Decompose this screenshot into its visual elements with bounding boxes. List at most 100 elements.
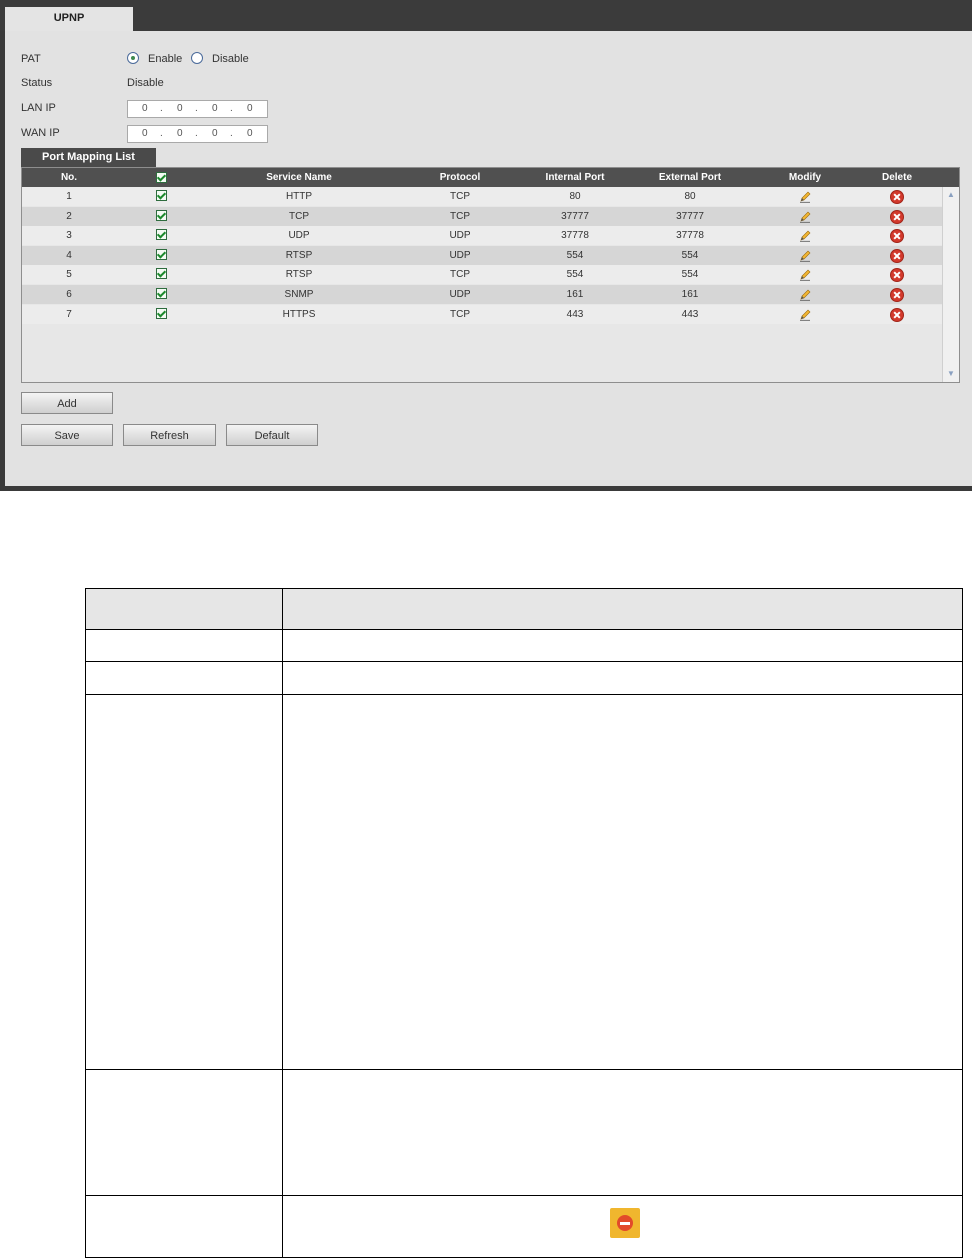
cell-service-name: HTTP (285, 191, 313, 202)
row-checkbox[interactable] (156, 190, 167, 201)
tab-strip: UPNP (0, 0, 972, 31)
wan-ip-octet-2: 0 (177, 128, 183, 139)
cell-service-name: RTSP (285, 249, 313, 261)
description-table-header (85, 588, 963, 629)
row-checkbox[interactable] (156, 288, 167, 299)
cell-external-port: 161 (681, 289, 699, 300)
delete-icon[interactable] (890, 248, 904, 263)
cell-no: 5 (66, 269, 72, 281)
table-scrollbar[interactable]: ▲ ▼ (942, 187, 959, 382)
delete-icon[interactable] (890, 307, 904, 322)
cell-internal-port: 37778 (561, 230, 589, 242)
ip-dot: . (195, 128, 198, 139)
cell-no: 4 (66, 249, 72, 261)
col-divider (85, 588, 86, 1258)
status-label: Status (21, 77, 53, 89)
row-checkbox[interactable] (156, 307, 167, 319)
cell-service-name: UDP (288, 230, 310, 242)
ip-dot: . (195, 103, 198, 114)
col-service-name: Service Name (266, 172, 332, 183)
cell-service-name: HTTPS (282, 308, 316, 320)
cell-internal-port: 37777 (561, 210, 589, 222)
col-internal-port: Internal Port (545, 172, 605, 183)
delete-icon[interactable] (890, 190, 904, 204)
pencil-icon[interactable] (799, 191, 811, 203)
pat-label: PAT (21, 53, 41, 65)
lan-ip-input[interactable]: 0 . 0 . 0 . 0 (127, 100, 268, 118)
description-table (85, 588, 963, 1258)
cell-protocol: TCP (450, 210, 470, 222)
delete-icon[interactable] (890, 268, 904, 283)
ip-dot: . (230, 103, 233, 114)
col-delete: Delete (881, 172, 913, 183)
row-checkbox[interactable] (156, 248, 167, 260)
cell-external-port: 554 (681, 249, 699, 261)
cell-no: 1 (66, 191, 72, 202)
cell-protocol: TCP (450, 269, 470, 281)
cell-service-name: TCP (289, 210, 309, 222)
row-checkbox[interactable] (156, 229, 167, 241)
scroll-up-icon[interactable]: ▲ (946, 190, 956, 200)
refresh-button[interactable]: Refresh (123, 424, 216, 446)
row-checkbox[interactable] (156, 209, 167, 221)
table-row: 4 RTSP UDP 554 554 (22, 245, 942, 265)
table-row: 2 TCP TCP 37777 37777 (22, 206, 942, 226)
default-button[interactable]: Default (226, 424, 318, 446)
pat-enable-radio[interactable] (127, 52, 139, 64)
cell-service-name: RTSP (285, 269, 313, 281)
pat-disable-label: Disable (212, 53, 249, 65)
col-external-port: External Port (658, 172, 722, 183)
pencil-icon[interactable] (799, 309, 811, 321)
ip-dot: . (160, 128, 163, 139)
lan-ip-label: LAN IP (21, 102, 56, 114)
cell-protocol: UDP (449, 230, 471, 242)
select-all-checkbox[interactable] (156, 172, 167, 183)
cell-protocol: UDP (449, 249, 471, 261)
row-divider (85, 1069, 963, 1070)
delete-icon[interactable] (890, 209, 904, 224)
cell-internal-port: 443 (566, 308, 584, 320)
row-checkbox[interactable] (156, 268, 167, 280)
wan-ip-input[interactable]: 0 . 0 . 0 . 0 (127, 125, 268, 143)
cell-external-port: 37778 (676, 230, 704, 242)
row-divider (85, 1257, 963, 1258)
cell-external-port: 443 (681, 308, 699, 320)
cell-external-port: 37777 (676, 210, 704, 222)
col-no: No. (60, 172, 78, 183)
pencil-icon[interactable] (799, 269, 811, 282)
delete-icon[interactable] (890, 229, 904, 244)
delete-icon[interactable] (890, 288, 904, 302)
ip-dot: . (230, 128, 233, 139)
pencil-icon[interactable] (799, 289, 811, 301)
scroll-down-icon[interactable]: ▼ (946, 369, 956, 379)
row-divider (85, 588, 963, 589)
table-row: 1 HTTP TCP 80 80 (22, 187, 942, 206)
status-value: Disable (127, 77, 164, 89)
cell-no: 7 (66, 308, 72, 320)
table-row: 7 HTTPS TCP 443 443 (22, 304, 942, 324)
cell-external-port: 554 (681, 269, 699, 281)
cell-protocol: UDP (449, 289, 471, 300)
add-button[interactable]: Add (21, 392, 113, 414)
upnp-panel: UPNP PAT Enable Disable Status Disable L… (0, 0, 972, 491)
col-modify: Modify (788, 172, 822, 183)
cell-internal-port: 80 (569, 191, 581, 202)
stop-icon (610, 1208, 640, 1238)
pencil-icon[interactable] (799, 211, 811, 223)
cell-service-name: SNMP (284, 289, 314, 300)
cell-internal-port: 161 (566, 289, 584, 300)
wan-ip-label: WAN IP (21, 127, 60, 139)
lan-ip-octet-3: 0 (212, 103, 218, 114)
tab-port-mapping-list[interactable]: Port Mapping List (21, 148, 156, 167)
pencil-icon[interactable] (799, 250, 811, 262)
wan-ip-octet-1: 0 (142, 128, 148, 139)
cell-no: 2 (66, 210, 72, 222)
table-header: No. Service Name Protocol Internal Port … (22, 168, 959, 187)
pencil-icon[interactable] (799, 230, 811, 242)
tab-upnp[interactable]: UPNP (5, 7, 133, 31)
pat-disable-radio[interactable] (191, 52, 203, 64)
save-button[interactable]: Save (21, 424, 113, 446)
cell-external-port: 80 (684, 191, 696, 202)
pat-enable-label: Enable (148, 53, 183, 65)
row-divider (85, 1195, 963, 1196)
